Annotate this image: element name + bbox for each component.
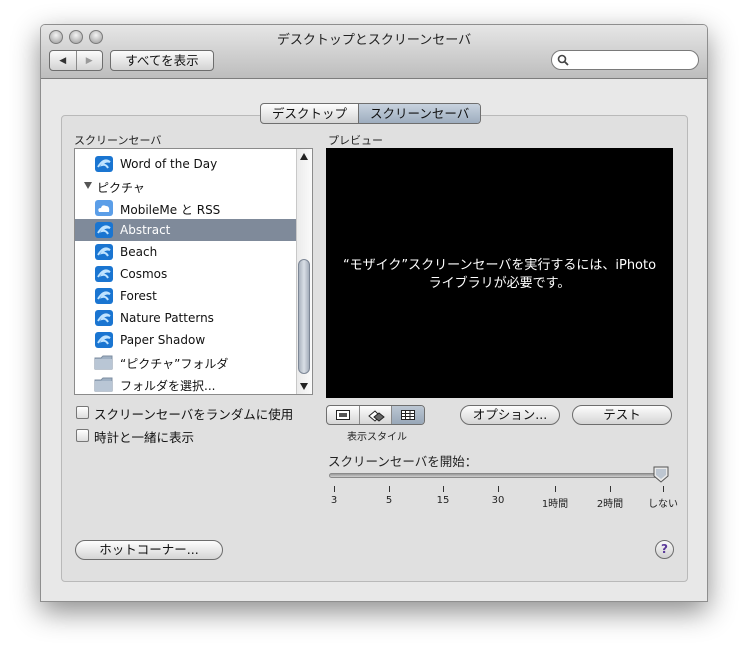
slider-tick [610, 486, 611, 492]
list-item[interactable]: Cosmos [75, 263, 297, 285]
tick-label: 1時間 [541, 499, 569, 510]
preview-area: “モザイク”スクリーンセーバを実行するには、iPhoto ライブラリが必要です。 [326, 148, 673, 398]
display-style-collage-button[interactable] [358, 406, 392, 424]
screensaver-swirl-icon [94, 155, 114, 173]
preferences-window: デスクトップとスクリーンセーバ ◀ ▶ すべてを表示 デスクトップ スクリーンセ… [40, 24, 708, 602]
list-item[interactable]: フォルダを選択... [75, 373, 297, 394]
screensaver-swirl-icon [94, 331, 114, 349]
forward-arrow-icon[interactable]: ▶ [75, 51, 103, 70]
list-item-label: Abstract [120, 223, 171, 237]
list-item-label: フォルダを選択... [120, 379, 216, 393]
display-style-single-button[interactable] [327, 406, 359, 424]
list-item-label: Forest [120, 289, 157, 303]
preview-header: プレビュー [328, 134, 383, 147]
screensaver-swirl-icon [94, 265, 114, 283]
list-item[interactable]: Forest [75, 285, 297, 307]
tick-label: 3 [330, 495, 338, 506]
show-all-button[interactable]: すべてを表示 [110, 50, 214, 71]
title-bar: デスクトップとスクリーンセーバ ◀ ▶ すべてを表示 [41, 25, 707, 79]
tick-label: 30 [491, 495, 505, 506]
slider-tick [334, 486, 335, 492]
mobileme-cloud-icon [94, 199, 114, 217]
slider-tick [498, 486, 499, 492]
mosaic-grid-icon [401, 410, 416, 420]
test-button[interactable]: テスト [572, 405, 672, 425]
list-item-label: Nature Patterns [120, 311, 214, 325]
help-button[interactable]: ? [655, 540, 674, 559]
scroll-down-arrow-icon[interactable] [300, 383, 308, 390]
random-checkbox-label[interactable]: スクリーンセーバをランダムに使用 [94, 404, 293, 423]
clock-checkbox[interactable] [76, 429, 89, 442]
tab-control: デスクトップ スクリーンセーバ [260, 103, 482, 124]
random-checkbox[interactable] [76, 406, 89, 419]
list-item[interactable]: Paper Shadow [75, 329, 297, 351]
list-item[interactable]: Beach [75, 241, 297, 263]
start-slider-track[interactable] [329, 473, 663, 478]
screensaver-swirl-icon [94, 221, 114, 239]
list-scrollbar[interactable] [296, 149, 312, 394]
slider-knob[interactable] [653, 466, 669, 483]
back-arrow-icon[interactable]: ◀ [50, 51, 76, 70]
tick-label: しない [648, 499, 678, 510]
preview-message-line2: ライブラリが必要です。 [428, 276, 571, 291]
search-input[interactable] [572, 52, 696, 69]
list-item-selected[interactable]: Abstract [75, 219, 297, 241]
list-group-label: ピクチャ [97, 181, 145, 195]
slider-tick [555, 486, 556, 492]
list-item[interactable]: MobileMe と RSS [75, 197, 297, 219]
collage-icon [367, 409, 385, 422]
tick-label: 15 [436, 495, 450, 506]
tick-label: 5 [385, 495, 393, 506]
scroll-up-arrow-icon[interactable] [300, 153, 308, 160]
list-item-label: “ピクチャ”フォルダ [120, 357, 229, 371]
slider-tick [663, 486, 664, 492]
folder-icon [94, 353, 114, 371]
display-style-mosaic-button[interactable] [391, 406, 424, 424]
window-title: デスクトップとスクリーンセーバ [276, 33, 472, 48]
screensaver-swirl-icon [94, 287, 114, 305]
list-item-label: Cosmos [120, 267, 168, 281]
screensaver-swirl-icon [94, 309, 114, 327]
list-group-pictures[interactable]: ピクチャ [75, 175, 297, 197]
list-item-label: Beach [120, 245, 158, 259]
tab-desktop[interactable]: デスクトップ [261, 104, 358, 123]
search-field[interactable] [551, 50, 699, 70]
tab-screensaver[interactable]: スクリーンセーバ [358, 104, 481, 123]
slider-tick [389, 486, 390, 492]
tick-label: 2時間 [596, 499, 624, 510]
preview-message-line1: “モザイク”スクリーンセーバを実行するには、iPhoto [342, 258, 657, 273]
scroll-thumb[interactable] [298, 259, 310, 374]
display-style-control [326, 405, 425, 425]
list-item-label: Word of the Day [120, 157, 218, 171]
list-item-label: Paper Shadow [120, 333, 206, 347]
screensaver-swirl-icon [94, 243, 114, 261]
search-icon [557, 54, 569, 66]
list-item[interactable]: Nature Patterns [75, 307, 297, 329]
screensaver-list-header: スクリーンセーバ [74, 134, 162, 147]
list-item[interactable]: “ピクチャ”フォルダ [75, 351, 297, 373]
slider-tick [443, 486, 444, 492]
disclosure-triangle-icon[interactable] [84, 182, 92, 189]
single-slide-icon [335, 410, 350, 420]
display-style-label: 表示スタイル [347, 432, 407, 443]
list-item[interactable]: Word of the Day [75, 153, 297, 175]
clock-checkbox-label[interactable]: 時計と一緒に表示 [94, 427, 194, 446]
start-after-label: スクリーンセーバを開始： [328, 454, 478, 469]
options-button[interactable]: オプション... [460, 405, 560, 425]
screensaver-list[interactable]: Word of the Day ピクチャ MobileMe と RSS Abst… [74, 148, 313, 395]
hot-corners-button[interactable]: ホットコーナー... [75, 540, 223, 560]
preview-message: “モザイク”スクリーンセーバを実行するには、iPhoto ライブラリが必要です。 [326, 257, 673, 293]
list-item-label: MobileMe と RSS [120, 203, 221, 217]
folder-icon [94, 375, 114, 393]
nav-back-forward: ◀ ▶ [49, 50, 103, 71]
